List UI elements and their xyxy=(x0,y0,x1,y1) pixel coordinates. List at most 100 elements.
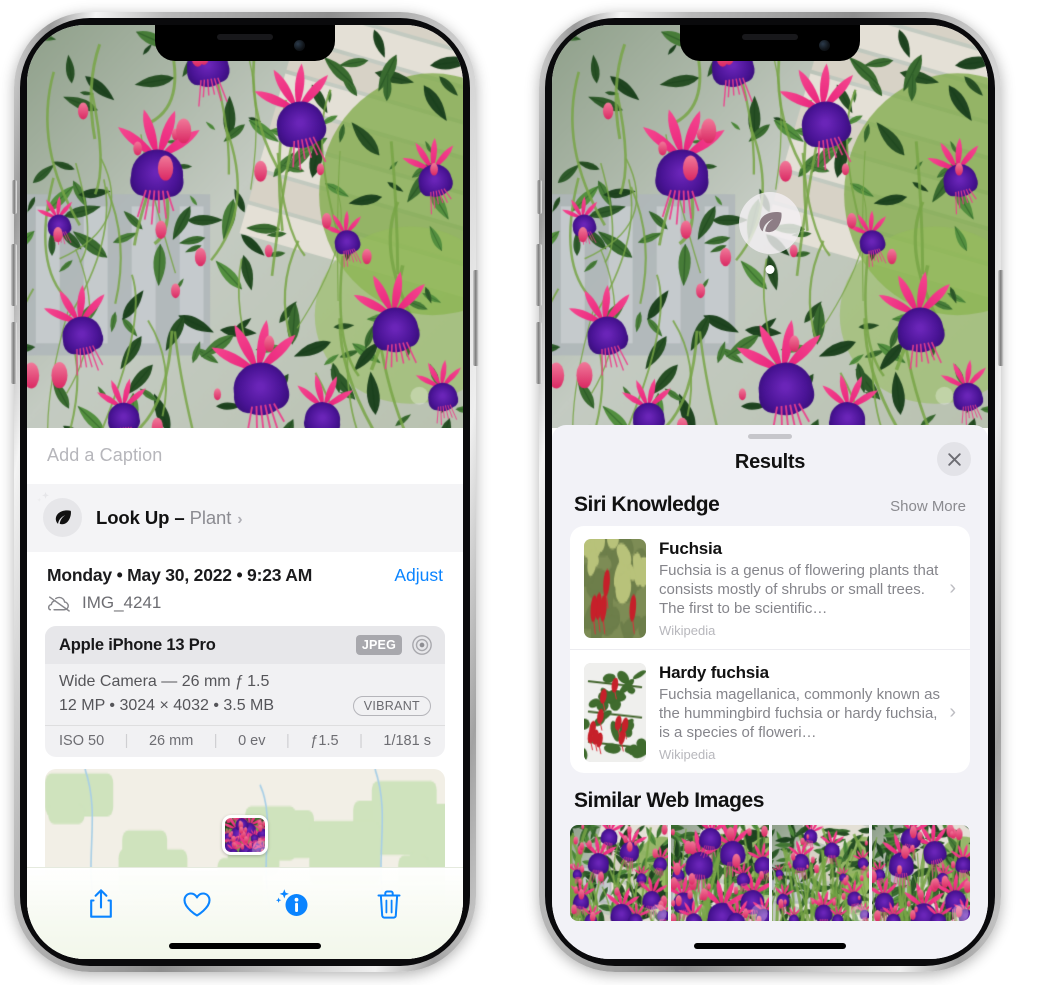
trash-icon xyxy=(377,890,401,919)
leaf-icon xyxy=(37,491,82,537)
look-up-row[interactable]: Look Up – Plant › xyxy=(27,484,463,552)
map-photo-pin[interactable] xyxy=(222,815,268,855)
ringer-switch[interactable] xyxy=(537,180,542,214)
earpiece-speaker xyxy=(217,34,273,40)
results-sheet: Results Siri Knowledge Show More Fuchsia… xyxy=(552,425,988,959)
chevron-right-icon: › xyxy=(949,701,956,723)
share-icon xyxy=(90,889,112,918)
filename-row: IMG_4241 xyxy=(47,593,443,613)
photo-info-sheet: Add a Caption Look Up – Plant › Monday •… xyxy=(27,428,463,959)
knowledge-card: Fuchsia Fuchsia is a genus of flowering … xyxy=(570,526,970,773)
image-size-info: 12 MP • 3024 × 4032 • 3.5 MB xyxy=(59,697,275,714)
volume-down-button[interactable] xyxy=(536,322,542,384)
right-screen: Results Siri Knowledge Show More Fuchsia… xyxy=(552,25,988,959)
web-image-4[interactable] xyxy=(872,825,970,921)
knowledge-description: Fuchsia is a genus of flowering plants t… xyxy=(659,562,939,617)
knowledge-body: Hardy fuchsia Fuchsia magellanica, commo… xyxy=(659,663,941,762)
hdr-circle-icon xyxy=(411,634,433,656)
home-indicator[interactable] xyxy=(169,943,321,949)
ringer-switch[interactable] xyxy=(12,180,17,214)
image-size-row: 12 MP • 3024 × 4032 • 3.5 MB VIBRANT xyxy=(59,696,431,716)
filename-text: IMG_4241 xyxy=(82,593,162,612)
chevron-right-icon: › xyxy=(237,510,243,528)
web-image-1[interactable] xyxy=(570,825,668,921)
exif-sep: | xyxy=(213,733,218,749)
camera-model: Apple iPhone 13 Pro xyxy=(59,635,216,654)
web-image-3[interactable] xyxy=(771,825,870,921)
visual-lookup-anchor-dot xyxy=(765,265,775,274)
exif-focal: 26 mm xyxy=(148,733,194,749)
section-title: Siri Knowledge xyxy=(574,493,720,516)
front-camera-icon xyxy=(294,40,305,51)
similar-web-images-section-header: Similar Web Images xyxy=(552,773,988,821)
notch xyxy=(680,25,860,61)
info-button[interactable] xyxy=(270,884,316,924)
show-more-button[interactable]: Show More xyxy=(890,498,966,515)
exif-sep: | xyxy=(286,733,290,749)
cloud-slash-icon xyxy=(47,594,72,613)
close-icon xyxy=(947,452,961,466)
look-up-dash: – xyxy=(174,506,185,528)
notch xyxy=(155,25,335,61)
volume-up-button[interactable] xyxy=(11,244,17,306)
knowledge-thumbnail xyxy=(584,539,646,638)
left-screen: Add a Caption Look Up – Plant › Monday •… xyxy=(27,25,463,959)
earpiece-speaker xyxy=(742,34,798,40)
exif-sep: | xyxy=(124,733,129,749)
similar-web-images-grid xyxy=(552,825,988,921)
close-button[interactable] xyxy=(937,442,971,476)
results-header: Results xyxy=(552,439,988,485)
volume-up-button[interactable] xyxy=(536,244,542,306)
photo-profile-badge: VIBRANT xyxy=(352,696,431,716)
info-sparkle-icon xyxy=(276,889,308,916)
front-camera-icon xyxy=(819,40,830,51)
look-up-title: Look Up xyxy=(96,506,170,528)
lens-info: Wide Camera — 26 mm ƒ 1.5 xyxy=(59,673,270,690)
web-image-2[interactable] xyxy=(670,825,769,921)
share-button[interactable] xyxy=(78,884,124,924)
delete-button[interactable] xyxy=(366,884,412,924)
favorite-button[interactable] xyxy=(174,884,220,924)
camera-badges: JPEG xyxy=(355,634,433,656)
exif-sep: | xyxy=(359,733,363,749)
sparkles-icon xyxy=(37,491,49,502)
photo-viewer[interactable] xyxy=(27,25,463,428)
home-indicator[interactable] xyxy=(694,943,846,949)
iphone-left: Add a Caption Look Up – Plant › Monday •… xyxy=(11,12,479,972)
knowledge-description: Fuchsia magellanica, commonly known as t… xyxy=(659,686,940,741)
camera-card-body: Wide Camera — 26 mm ƒ 1.5 12 MP • 3024 ×… xyxy=(45,664,445,725)
volume-down-button[interactable] xyxy=(11,322,17,384)
camera-info-card: Apple iPhone 13 Pro JPEG Wide Camera — 2… xyxy=(45,626,445,757)
look-up-label: Look Up – Plant › xyxy=(96,507,243,529)
list-item[interactable]: Fuchsia Fuchsia is a genus of flowering … xyxy=(570,526,970,649)
caption-input[interactable]: Add a Caption xyxy=(27,428,463,484)
metadata-header: Monday • May 30, 2022 • 9:23 AM Adjust xyxy=(47,565,443,586)
siri-knowledge-section-header: Siri Knowledge Show More xyxy=(552,485,988,526)
power-button[interactable] xyxy=(998,270,1004,366)
camera-card-header: Apple iPhone 13 Pro JPEG xyxy=(45,626,445,664)
knowledge-title: Hardy fuchsia xyxy=(659,663,769,682)
photo-viewer[interactable] xyxy=(552,25,988,428)
adjust-button[interactable]: Adjust xyxy=(394,565,443,586)
exif-row: ISO 50 | 26 mm | 0 ev | ƒ1.5 | 1/181 s xyxy=(45,725,445,757)
exif-shutter: 1/181 s xyxy=(383,733,431,749)
knowledge-body: Fuchsia Fuchsia is a genus of flowering … xyxy=(659,539,941,638)
leaf-glyph xyxy=(55,509,71,524)
heart-icon xyxy=(183,891,211,917)
exif-ev: 0 ev xyxy=(238,733,266,749)
screenshot-root: Add a Caption Look Up – Plant › Monday •… xyxy=(0,0,1055,985)
format-badge: JPEG xyxy=(355,635,402,655)
knowledge-thumbnail xyxy=(584,663,646,762)
visual-lookup-leaf-badge[interactable] xyxy=(739,192,801,254)
capture-date: Monday • May 30, 2022 • 9:23 AM xyxy=(47,565,313,585)
knowledge-title: Fuchsia xyxy=(659,539,722,558)
chevron-right-icon: › xyxy=(949,577,956,599)
metadata-block: Monday • May 30, 2022 • 9:23 AM Adjust I… xyxy=(27,552,463,613)
power-button[interactable] xyxy=(473,270,479,366)
exif-aperture: ƒ1.5 xyxy=(310,733,339,749)
results-title: Results xyxy=(734,450,806,473)
section-title: Similar Web Images xyxy=(574,789,764,812)
knowledge-source: Wikipedia xyxy=(659,747,716,762)
knowledge-source: Wikipedia xyxy=(659,623,716,638)
list-item[interactable]: Hardy fuchsia Fuchsia magellanica, commo… xyxy=(570,649,970,773)
